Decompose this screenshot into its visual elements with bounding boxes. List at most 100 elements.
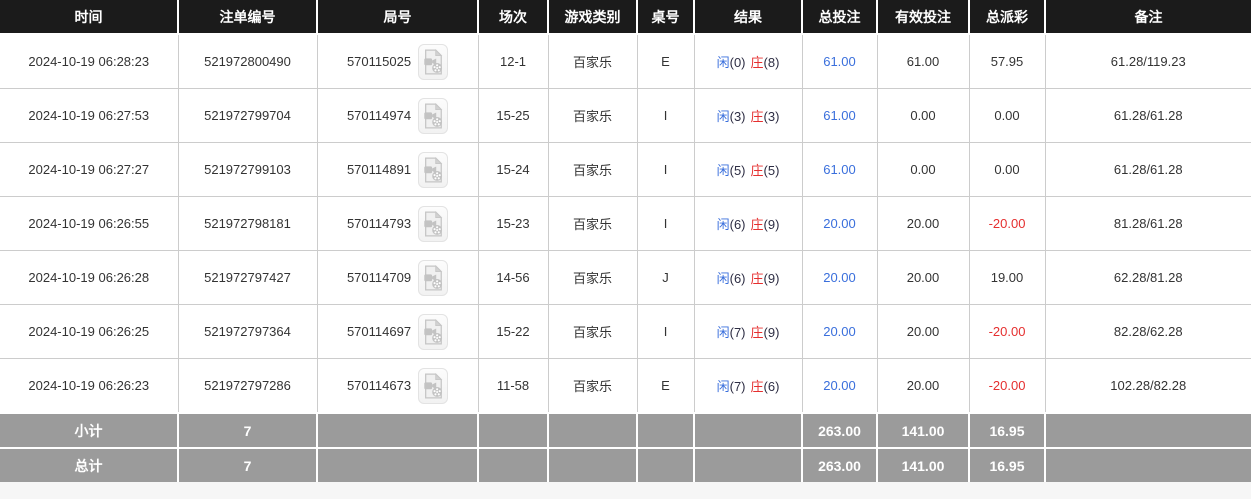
- cell-time: 2024-10-19 06:27:53: [0, 88, 179, 143]
- table-row: 2024-10-19 06:28:23 521972800490 5701150…: [0, 33, 1251, 89]
- round-number: 570114793: [346, 216, 412, 231]
- banker-score: (6): [763, 379, 780, 394]
- banker-label: 庄: [750, 217, 764, 232]
- subtotal-payout: 16.95: [968, 412, 1046, 449]
- video-record-icon: [424, 102, 443, 129]
- cell-session: 15-23: [477, 196, 549, 251]
- player-label: 闲: [716, 163, 730, 178]
- cell-result: 闲(7) 庄(9): [693, 304, 803, 359]
- cell-table-no: I: [636, 88, 695, 143]
- cell-bet-id: 521972797364: [177, 304, 318, 359]
- footer-empty-cell: [547, 447, 638, 482]
- video-record-icon: [424, 264, 443, 291]
- round-number: 570114891: [346, 162, 412, 177]
- cell-valid-bet: 61.00: [876, 33, 970, 89]
- cell-time: 2024-10-19 06:26:23: [0, 358, 179, 414]
- player-label: 闲: [716, 109, 730, 124]
- table-row: 2024-10-19 06:27:27 521972799103 5701148…: [0, 142, 1251, 197]
- column-header-table-no: 桌号: [636, 0, 695, 35]
- banker-score: (9): [763, 325, 780, 340]
- cell-payout: -20.00: [968, 358, 1046, 414]
- cell-round-id: 570114974: [316, 88, 479, 143]
- cell-result: 闲(3) 庄(3): [693, 88, 803, 143]
- column-header-bet-id: 注单编号: [177, 0, 318, 35]
- footer-empty-cell: [693, 412, 803, 449]
- column-header-time: 时间: [0, 0, 179, 35]
- cell-total-bet: 20.00: [801, 358, 878, 414]
- video-record-icon: [424, 156, 443, 183]
- cell-payout: 0.00: [968, 142, 1046, 197]
- player-score: (0): [729, 55, 746, 70]
- payout-value: 57.95: [990, 54, 1024, 69]
- grand-total-count: 7: [177, 447, 318, 482]
- cell-round-id: 570114697: [316, 304, 479, 359]
- video-replay-button[interactable]: [418, 367, 449, 404]
- video-replay-button[interactable]: [418, 151, 449, 188]
- column-header-total-bet: 总投注: [801, 0, 878, 35]
- video-record-icon: [424, 318, 443, 345]
- payout-value: -20.00: [988, 216, 1026, 231]
- column-header-session: 场次: [477, 0, 549, 35]
- cell-total-bet: 61.00: [801, 88, 878, 143]
- cell-payout: -20.00: [968, 196, 1046, 251]
- cell-total-bet: 20.00: [801, 304, 878, 359]
- video-replay-button[interactable]: [418, 43, 449, 80]
- cell-game-type: 百家乐: [547, 196, 638, 251]
- cell-remark: 61.28/61.28: [1044, 88, 1251, 143]
- cell-bet-id: 521972797427: [177, 250, 318, 305]
- column-header-game-type: 游戏类别: [547, 0, 638, 35]
- total-bet-link[interactable]: 20.00: [823, 270, 856, 285]
- total-bet-link[interactable]: 20.00: [823, 378, 856, 393]
- payout-value: 19.00: [990, 270, 1024, 285]
- cell-round-id: 570115025: [316, 33, 479, 89]
- total-bet-link[interactable]: 61.00: [823, 108, 856, 123]
- footer-empty-cell: [477, 412, 549, 449]
- column-header-payout: 总派彩: [968, 0, 1046, 35]
- table-row: 2024-10-19 06:26:23 521972797286 5701146…: [0, 358, 1251, 414]
- cell-time: 2024-10-19 06:28:23: [0, 33, 179, 89]
- video-replay-button[interactable]: [418, 313, 449, 350]
- player-score: (5): [729, 163, 746, 178]
- video-replay-button[interactable]: [418, 259, 449, 296]
- cell-round-id: 570114793: [316, 196, 479, 251]
- table-row: 2024-10-19 06:27:53 521972799704 5701149…: [0, 88, 1251, 143]
- player-score: (7): [729, 379, 746, 394]
- cell-game-type: 百家乐: [547, 33, 638, 89]
- cell-total-bet: 20.00: [801, 250, 878, 305]
- total-bet-link[interactable]: 20.00: [823, 216, 856, 231]
- cell-remark: 102.28/82.28: [1044, 358, 1251, 414]
- player-score: (7): [729, 325, 746, 340]
- cell-bet-id: 521972798181: [177, 196, 318, 251]
- cell-time: 2024-10-19 06:26:28: [0, 250, 179, 305]
- column-header-remark: 备注: [1044, 0, 1251, 35]
- cell-game-type: 百家乐: [547, 358, 638, 414]
- cell-session: 15-24: [477, 142, 549, 197]
- subtotal-valid-bet: 141.00: [876, 412, 970, 449]
- cell-payout: 57.95: [968, 33, 1046, 89]
- grand-total-valid-bet: 141.00: [876, 447, 970, 482]
- cell-remark: 81.28/61.28: [1044, 196, 1251, 251]
- payout-value: -20.00: [988, 378, 1026, 393]
- cell-table-no: I: [636, 196, 695, 251]
- column-header-result: 结果: [693, 0, 803, 35]
- grand-total-label: 总计: [0, 447, 179, 482]
- total-bet-link[interactable]: 61.00: [823, 54, 856, 69]
- video-replay-button[interactable]: [418, 205, 449, 242]
- cell-time: 2024-10-19 06:27:27: [0, 142, 179, 197]
- cell-game-type: 百家乐: [547, 88, 638, 143]
- banker-score: (8): [763, 55, 780, 70]
- cell-bet-id: 521972799704: [177, 88, 318, 143]
- footer-empty-cell: [1044, 447, 1251, 482]
- payout-value: 0.00: [994, 162, 1020, 177]
- player-score: (6): [729, 271, 746, 286]
- payout-value: 0.00: [994, 108, 1020, 123]
- header-row: 时间 注单编号 局号 场次 游戏类别 桌号 结果 总投注 有效投注 总派彩 备注: [0, 0, 1251, 35]
- video-replay-button[interactable]: [418, 97, 449, 134]
- total-bet-link[interactable]: 20.00: [823, 324, 856, 339]
- table-row: 2024-10-19 06:26:55 521972798181 5701147…: [0, 196, 1251, 251]
- bet-records-table: 时间 注单编号 局号 场次 游戏类别 桌号 结果 总投注 有效投注 总派彩 备注…: [0, 0, 1251, 482]
- subtotal-total-bet: 263.00: [801, 412, 878, 449]
- round-number: 570115025: [346, 54, 412, 69]
- total-bet-link[interactable]: 61.00: [823, 162, 856, 177]
- cell-payout: -20.00: [968, 304, 1046, 359]
